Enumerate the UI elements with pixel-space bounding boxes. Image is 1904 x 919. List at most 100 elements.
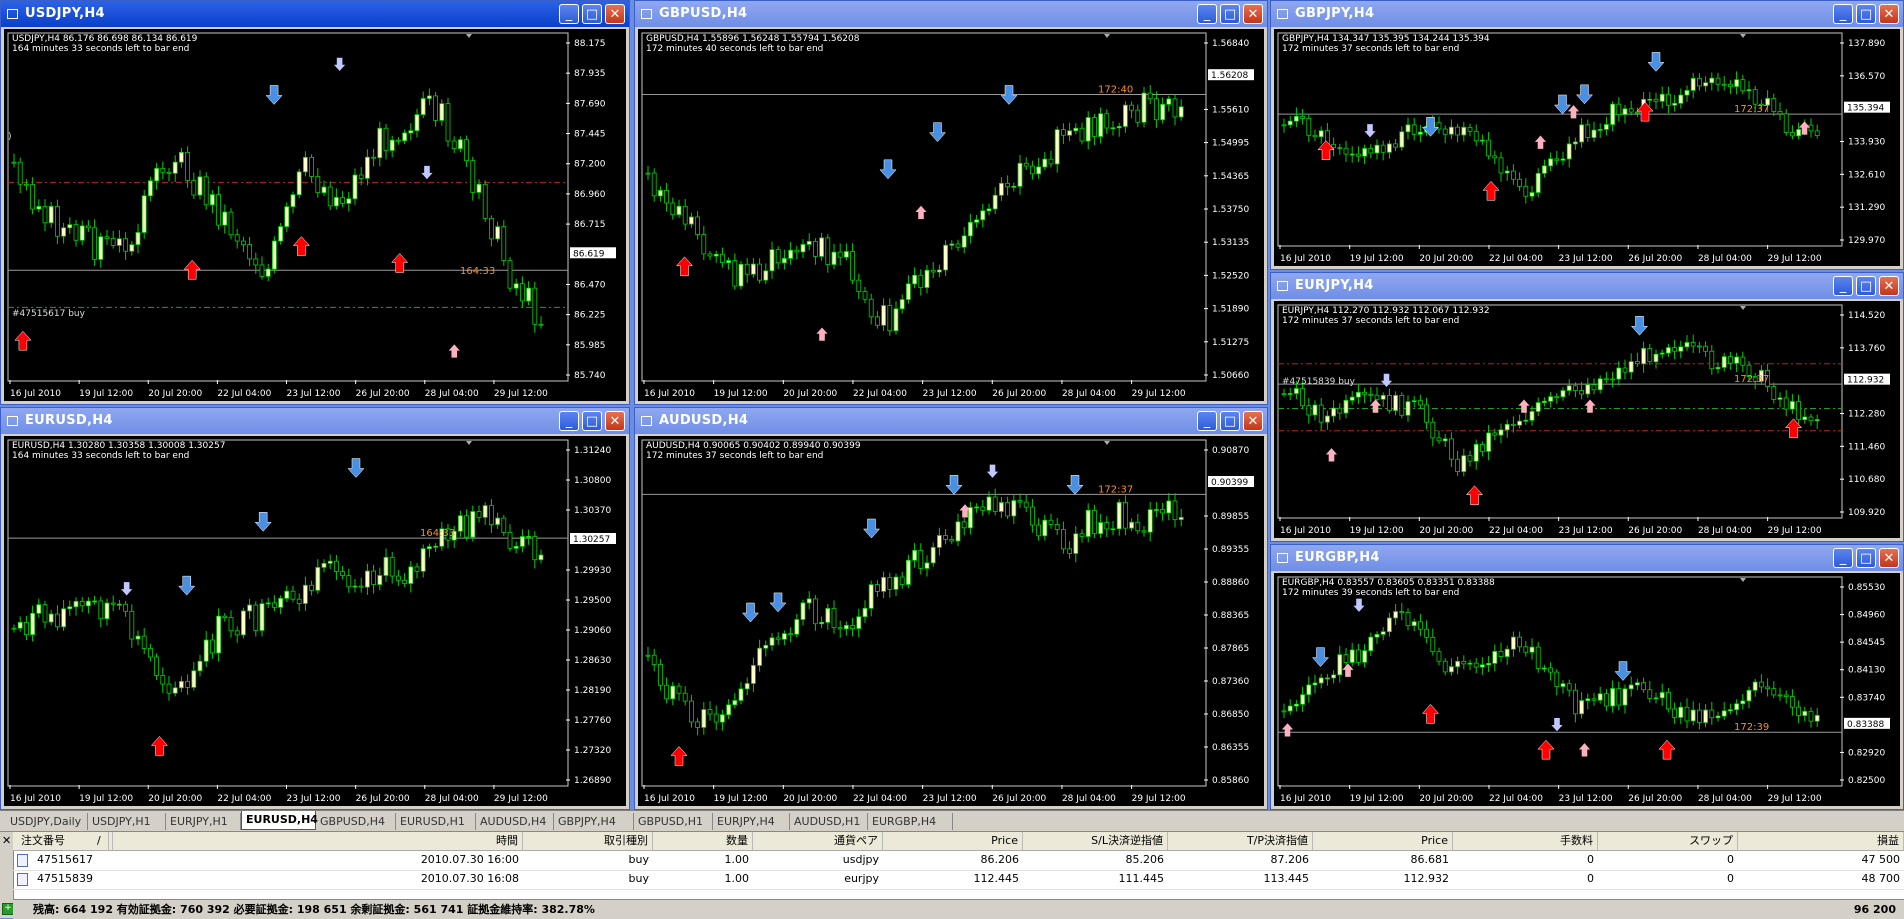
chart-window-gbpusd[interactable]: GBPUSD,H4 _ □ ✕ 1.56840 1.56208 1.55610 1.5… bbox=[634, 0, 1268, 405]
chart-tab[interactable]: USDJPY,H1 bbox=[88, 813, 166, 830]
minimize-button[interactable]: _ bbox=[1197, 4, 1217, 24]
chart-window-eurgbp[interactable]: EURGBP,H4 _ □ ✕ 0.85530 0.84960 0.84545 0.8… bbox=[1270, 544, 1904, 810]
minimize-button[interactable]: _ bbox=[559, 4, 579, 24]
chart-area[interactable]: 88.175 87.935 87.690 87.445 87.200 86.960 86.7… bbox=[4, 29, 626, 401]
minimize-button[interactable]: _ bbox=[1833, 4, 1853, 24]
maximize-button[interactable]: □ bbox=[582, 4, 602, 24]
column-header[interactable]: 取引種別 bbox=[523, 832, 653, 850]
price-tick-label: 0.86355 bbox=[1212, 743, 1249, 753]
price-chart[interactable]: 88.175 87.935 87.690 87.445 87.200 86.960 86.7… bbox=[4, 29, 626, 401]
chart-tab[interactable]: EURUSD,H1 bbox=[396, 813, 476, 830]
close-button[interactable]: ✕ bbox=[1879, 276, 1899, 296]
buy-arrow-icon bbox=[1465, 485, 1484, 506]
price-chart[interactable]: 0.85530 0.84960 0.84545 0.84130 0.83740 0.833… bbox=[1274, 573, 1900, 806]
price-chart[interactable]: 1.56840 1.56208 1.55610 1.54995 1.54365 1.537… bbox=[638, 29, 1264, 401]
candle-body bbox=[526, 536, 531, 538]
chart-tab[interactable]: AUDUSD,H1 bbox=[790, 813, 868, 830]
chart-tab[interactable]: AUDUSD,H4 bbox=[476, 813, 554, 830]
sell-arrow-icon bbox=[741, 602, 760, 623]
title-bar[interactable]: EURJPY,H4 _ □ ✕ bbox=[1271, 273, 1903, 299]
title-bar[interactable]: GBPUSD,H4 _ □ ✕ bbox=[635, 1, 1267, 27]
order-row[interactable]: 47515617 2010.07.30 16:00 buy 1.00 usdjpy 86.… bbox=[13, 851, 1904, 871]
chart-window-audusd[interactable]: AUDUSD,H4 _ □ ✕ 0.90870 0.90399 0.89855 0.8… bbox=[634, 407, 1268, 810]
candle-body bbox=[346, 575, 352, 588]
column-header[interactable]: S/L決済逆指値 bbox=[1023, 832, 1168, 850]
candle-body bbox=[1424, 628, 1430, 638]
chart-area[interactable]: 0.85530 0.84960 0.84545 0.84130 0.83740 0.833… bbox=[1274, 573, 1900, 806]
close-button[interactable]: ✕ bbox=[1879, 548, 1899, 568]
chart-area[interactable]: 114.520 113.760 112.932 112.280 111.460 110.6… bbox=[1274, 301, 1900, 538]
chart-tab[interactable]: EURGBP,H4 bbox=[868, 813, 953, 830]
maximize-button[interactable]: □ bbox=[1856, 276, 1876, 296]
column-header[interactable]: 時間 bbox=[203, 832, 523, 850]
close-button[interactable]: ✕ bbox=[1243, 4, 1263, 24]
title-bar[interactable]: EURUSD,H4 _ □ ✕ bbox=[1, 408, 629, 434]
close-button[interactable]: ✕ bbox=[605, 4, 625, 24]
candle-body bbox=[240, 240, 246, 245]
chart-tab[interactable]: USDJPY,Daily bbox=[6, 813, 88, 830]
candle-body bbox=[135, 635, 141, 640]
column-header[interactable]: Price bbox=[1313, 832, 1453, 850]
sell-arrow-icon bbox=[1364, 124, 1376, 138]
minimize-button[interactable]: _ bbox=[559, 411, 579, 431]
price-chart[interactable]: 137.890 136.570 135.394 133.930 132.610 131.2… bbox=[1274, 29, 1900, 266]
candle-body bbox=[209, 639, 215, 654]
price-chart[interactable]: 0.90870 0.90399 0.89855 0.89355 0.88860 0.883… bbox=[638, 436, 1264, 806]
minimize-button[interactable]: _ bbox=[1197, 411, 1217, 431]
candle-body bbox=[893, 308, 899, 332]
chart-window-gbpjpy[interactable]: GBPJPY,H4 _ □ ✕ 137.890 136.570 135.394 133… bbox=[1270, 0, 1904, 270]
order-row[interactable]: 47515839 2010.07.30 16:08 buy 1.00 eurjpy 112… bbox=[13, 870, 1904, 890]
candle-body bbox=[67, 606, 73, 610]
chart-window-eurusd[interactable]: EURUSD,H4 _ □ ✕ 1.31240 1.30800 1.30370 1.3… bbox=[0, 407, 630, 810]
column-header[interactable]: 手数料 bbox=[1453, 832, 1598, 850]
chart-area[interactable]: 1.56840 1.56208 1.55610 1.54995 1.54365 1.537… bbox=[638, 29, 1264, 401]
title-bar[interactable]: USDJPY,H4 _ □ ✕ bbox=[1, 1, 629, 27]
maximize-button[interactable]: □ bbox=[582, 411, 602, 431]
title-bar[interactable]: AUDUSD,H4 _ □ ✕ bbox=[635, 408, 1267, 434]
title-bar[interactable]: EURGBP,H4 _ □ ✕ bbox=[1271, 545, 1903, 571]
chart-tab[interactable]: GBPJPY,H4 bbox=[554, 813, 634, 830]
candle-body bbox=[949, 243, 955, 246]
column-header[interactable]: / bbox=[93, 832, 109, 850]
price-chart[interactable]: 114.520 113.760 112.932 112.280 111.460 110.6… bbox=[1274, 301, 1900, 538]
candle-body bbox=[1690, 342, 1696, 347]
chart-tab[interactable]: EURJPY,H4 bbox=[713, 813, 790, 830]
close-icon[interactable]: ✕ bbox=[2, 834, 11, 847]
column-header[interactable]: スワップ bbox=[1598, 832, 1738, 850]
candle-body bbox=[520, 283, 525, 302]
chart-tab[interactable]: GBPUSD,H4 bbox=[316, 813, 396, 830]
maximize-button[interactable]: □ bbox=[1856, 4, 1876, 24]
time-tick-label: 29 Jul 12:00 bbox=[1768, 526, 1822, 536]
candle-body bbox=[141, 635, 147, 649]
close-button[interactable]: ✕ bbox=[1243, 411, 1263, 431]
price-tick-label: 86.960 bbox=[574, 190, 606, 200]
order-icon bbox=[17, 873, 28, 886]
close-button[interactable]: ✕ bbox=[1879, 4, 1899, 24]
minimize-button[interactable]: _ bbox=[1833, 548, 1853, 568]
chart-window-usdjpy[interactable]: USDJPY,H4 _ □ ✕ 88.175 87.935 87.690 87.445… bbox=[0, 0, 630, 405]
candle-body bbox=[1287, 120, 1293, 126]
time-tick-label: 23 Jul 12:00 bbox=[1559, 794, 1613, 804]
chart-tab[interactable]: EURUSD,H4 bbox=[241, 811, 318, 830]
column-header[interactable]: 損益 bbox=[1738, 832, 1904, 850]
column-header[interactable]: 通貨ペア bbox=[753, 832, 883, 850]
candle-body bbox=[55, 206, 60, 237]
chart-tab[interactable]: GBPUSD,H1 bbox=[634, 813, 713, 830]
chart-tab[interactable]: EURJPY,H1 bbox=[166, 813, 241, 830]
price-chart[interactable]: 1.31240 1.30800 1.30370 1.30257 1.29930 1.295… bbox=[4, 436, 626, 806]
column-header[interactable]: Price bbox=[883, 832, 1023, 850]
column-header[interactable]: T/P決済指値 bbox=[1168, 832, 1313, 850]
title-bar[interactable]: GBPJPY,H4 _ □ ✕ bbox=[1271, 1, 1903, 27]
close-button[interactable]: ✕ bbox=[605, 411, 625, 431]
price-tick-label: 1.50660 bbox=[1212, 371, 1249, 381]
chart-window-eurjpy[interactable]: EURJPY,H4 _ □ ✕ 114.520 113.760 112.932 112… bbox=[1270, 272, 1904, 542]
maximize-button[interactable]: □ bbox=[1220, 411, 1240, 431]
chart-area[interactable]: 0.90870 0.90399 0.89855 0.89355 0.88860 0.883… bbox=[638, 436, 1264, 806]
chart-area[interactable]: 1.31240 1.30800 1.30370 1.30257 1.29930 1.295… bbox=[4, 436, 626, 806]
chart-area[interactable]: 137.890 136.570 135.394 133.930 132.610 131.2… bbox=[1274, 29, 1900, 266]
column-header[interactable]: 数量 bbox=[653, 832, 753, 850]
maximize-button[interactable]: □ bbox=[1856, 548, 1876, 568]
maximize-button[interactable]: □ bbox=[1220, 4, 1240, 24]
minimize-button[interactable]: _ bbox=[1833, 276, 1853, 296]
candle-body bbox=[1368, 148, 1374, 154]
